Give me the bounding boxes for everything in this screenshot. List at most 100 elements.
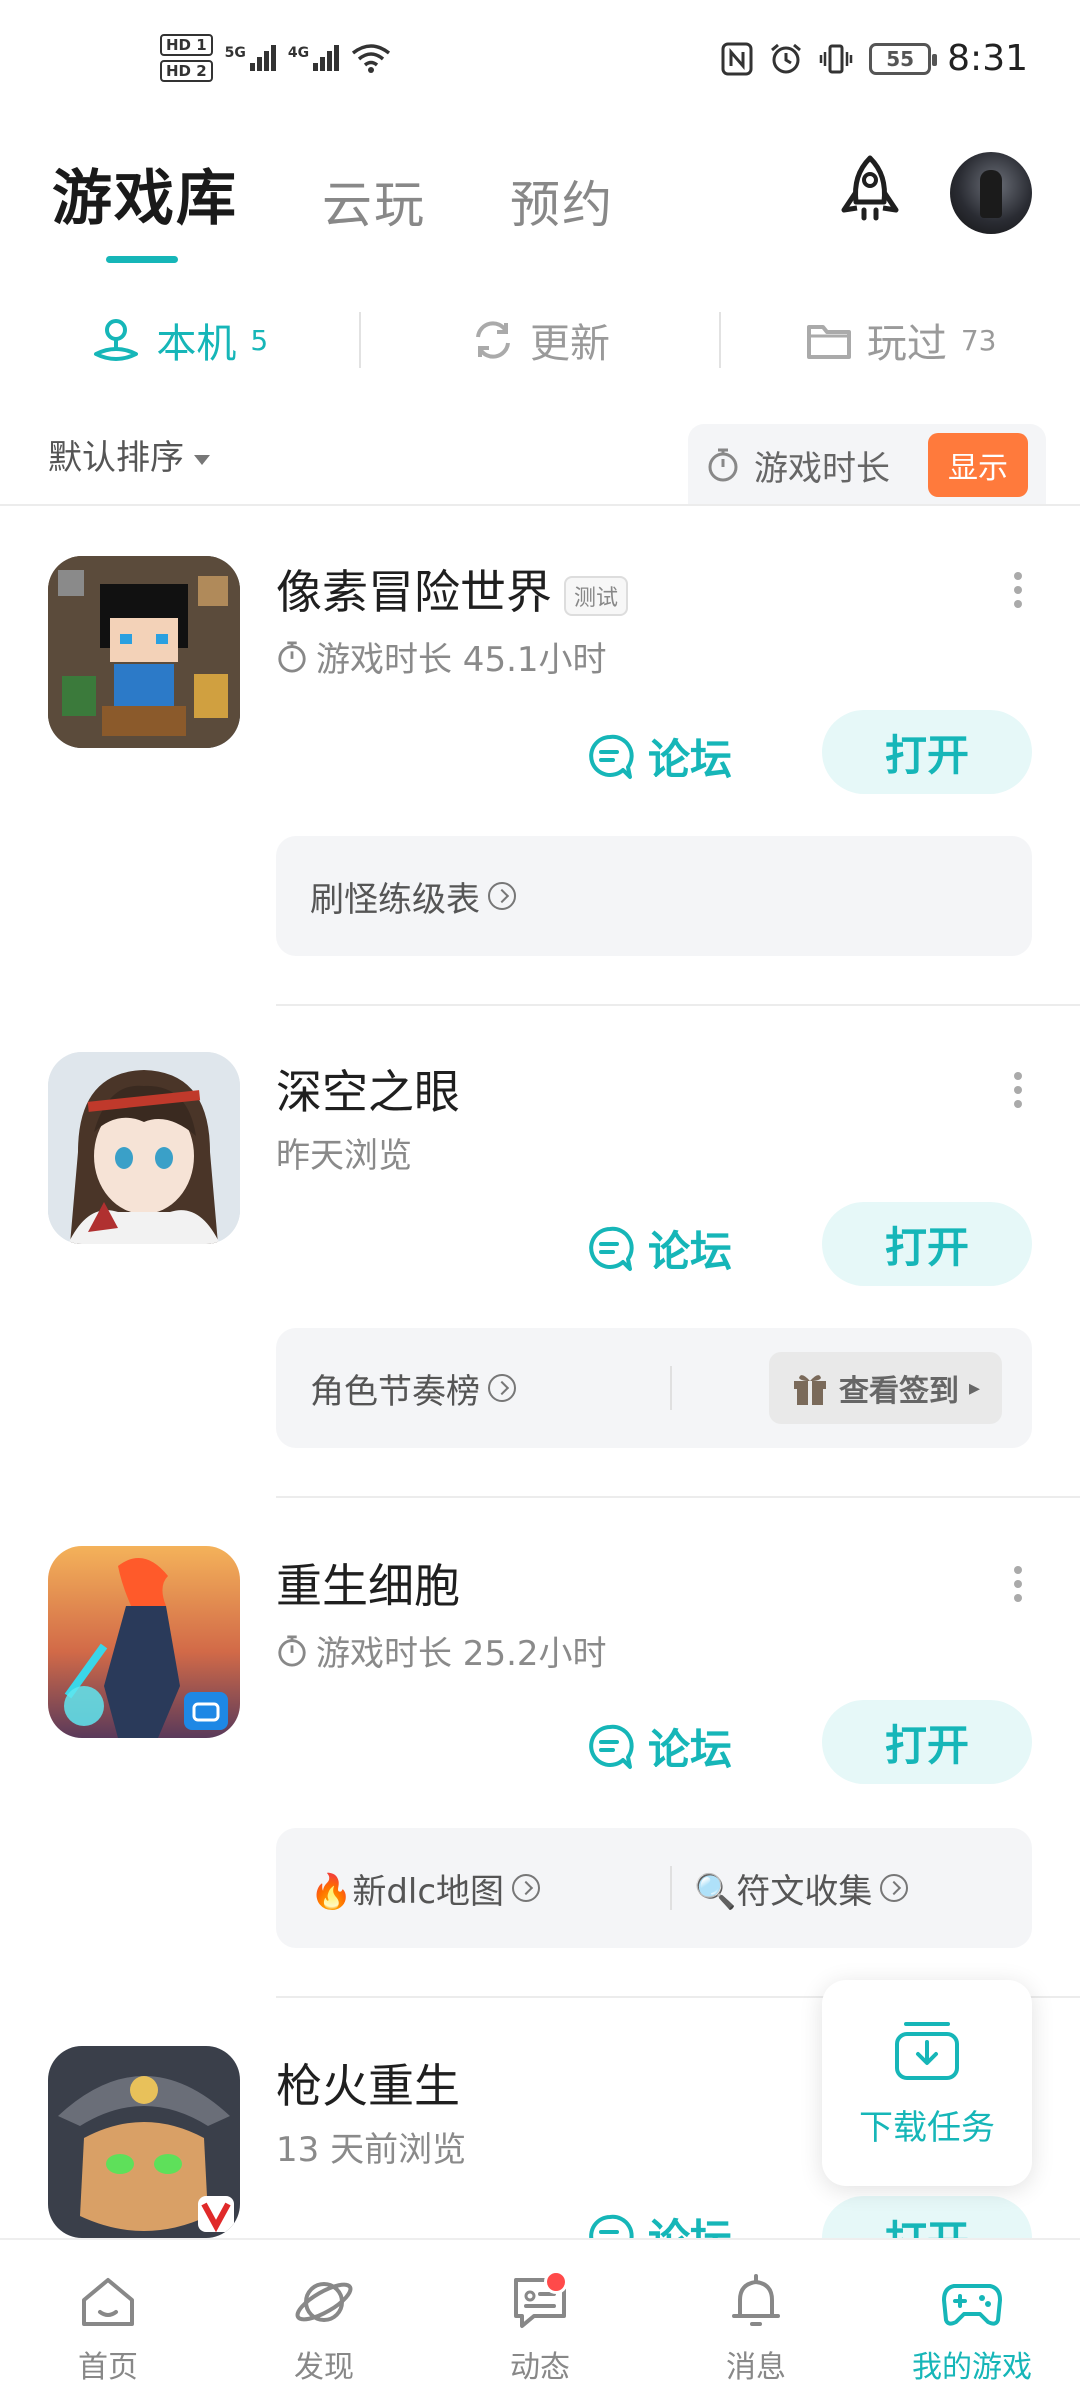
local-device-icon: [94, 319, 139, 361]
top-tab-bar: 游戏库 云玩 预约: [52, 150, 614, 263]
chevron-right-circle-icon: [488, 882, 516, 910]
subtab-update[interactable]: 更新: [361, 300, 720, 380]
forum-icon: [589, 1724, 634, 1769]
playtime-label: 游戏时长: [754, 448, 890, 489]
home-icon: [82, 2278, 134, 2326]
status-bar: HD 1 HD 2 5G 4G 55 8:31: [0, 0, 1080, 130]
shortcut-link[interactable]: 🔥新dlc地图: [276, 1864, 541, 1913]
forum-button[interactable]: 论坛: [586, 1716, 732, 1777]
subtab-local[interactable]: 本机 5: [0, 300, 359, 380]
refresh-icon: [476, 321, 510, 359]
divider: [276, 1496, 1080, 1498]
more-options-icon[interactable]: [1012, 1566, 1024, 1606]
shortcut-link[interactable]: 角色节奏榜: [276, 1364, 516, 1413]
notification-dot: [544, 2270, 568, 2294]
folder-icon: [806, 325, 851, 359]
download-task-label: 下载任务: [859, 2107, 995, 2148]
divider: [0, 504, 1080, 506]
game-shortcut-card: 角色节奏榜 查看签到 ▸: [276, 1328, 1032, 1448]
status-time: 8:31: [947, 38, 1028, 79]
planet-icon: [295, 2282, 353, 2322]
game-playtime: 游戏时长 25.2小时: [276, 1626, 607, 1675]
sort-dropdown[interactable]: 默认排序: [48, 430, 210, 479]
shortcut-link[interactable]: 刷怪练级表: [276, 872, 516, 921]
forum-button[interactable]: 论坛: [586, 726, 732, 787]
stopwatch-icon: [278, 640, 306, 673]
game-title[interactable]: 深空之眼: [276, 1056, 460, 1122]
game-shortcut-card: 刷怪练级表: [276, 836, 1032, 956]
tab-reservation[interactable]: 预约: [510, 165, 614, 237]
hd-badge-1: HD 1: [160, 34, 213, 56]
chevron-right-circle-icon: [488, 1374, 516, 1402]
download-task-button[interactable]: 下载任务: [822, 1980, 1032, 2186]
open-game-button[interactable]: 打开: [822, 1202, 1032, 1286]
alarm-icon: [771, 43, 802, 73]
nav-discover[interactable]: 发现: [216, 2240, 432, 2400]
wifi-icon: [352, 44, 391, 73]
game-title[interactable]: 重生细胞: [276, 1550, 460, 1616]
battery-icon: 55: [869, 42, 938, 75]
stopwatch-icon: [708, 448, 738, 482]
sub-tab-bar: 本机 5 更新 玩过 73: [0, 300, 1080, 380]
show-playtime-button[interactable]: 显示: [928, 433, 1028, 497]
stopwatch-icon: [278, 1634, 306, 1667]
caret-right-icon: ▸: [968, 1375, 980, 1401]
download-tray-icon: [895, 2021, 959, 2080]
bell-icon: [732, 2274, 780, 2326]
tab-game-library[interactable]: 游戏库: [52, 150, 238, 263]
game-icon-deep-space-eye[interactable]: [48, 1052, 240, 1244]
more-options-icon[interactable]: [1012, 1072, 1024, 1112]
status-right: 55 8:31: [721, 38, 1028, 79]
divider: [276, 1004, 1080, 1006]
bottom-navigation: 首页 发现 动态 消息 我的游戏: [0, 2238, 1080, 2400]
caret-down-icon: [194, 454, 210, 465]
user-avatar[interactable]: [950, 152, 1032, 234]
anime-girl-icon: [48, 1052, 240, 1244]
nav-home[interactable]: 首页: [0, 2240, 216, 2400]
gift-icon: [793, 1375, 826, 1405]
signal-5g-icon: 5G: [225, 45, 276, 71]
more-options-icon[interactable]: [1012, 572, 1024, 612]
vibrate-icon: [819, 44, 853, 73]
game-icon-gunfire-reborn[interactable]: [48, 2046, 240, 2238]
open-game-button[interactable]: 打开: [822, 710, 1032, 794]
forum-icon: [589, 1226, 634, 1271]
signal-4g-icon: 4G: [288, 45, 340, 71]
nav-messages[interactable]: 消息: [648, 2240, 864, 2400]
chevron-right-circle-icon: [512, 1874, 541, 1902]
nav-my-games[interactable]: 我的游戏: [864, 2240, 1080, 2400]
dead-cells-hero-icon: [48, 1546, 240, 1738]
divider: [670, 1366, 672, 1410]
subtab-played[interactable]: 玩过 73: [721, 300, 1080, 380]
game-last-viewed: 13 天前浏览: [276, 2130, 467, 2170]
gamepad-icon: [942, 2284, 1002, 2326]
divider: [670, 1866, 672, 1910]
sort-label: 默认排序: [48, 438, 184, 478]
subtab-label: 本机: [156, 321, 237, 367]
game-last-viewed: 昨天浏览: [276, 1136, 412, 1176]
playtime-toggle[interactable]: 游戏时长 显示: [688, 424, 1046, 506]
game-icon-pixel-adventure[interactable]: [48, 556, 240, 748]
game-icon-dead-cells[interactable]: [48, 1546, 240, 1738]
game-title[interactable]: 枪火重生: [276, 2050, 460, 2116]
forum-icon: [589, 734, 634, 779]
status-left: HD 1 HD 2 5G 4G: [160, 34, 391, 82]
game-playtime: 游戏时长 45.1小时: [276, 632, 607, 681]
cat-warrior-icon: [48, 2046, 240, 2238]
forum-button[interactable]: 论坛: [586, 1218, 732, 1279]
subtab-label: 玩过: [866, 321, 947, 367]
rocket-icon[interactable]: [830, 152, 910, 232]
subtab-label: 更新: [530, 321, 610, 367]
chevron-right-circle-icon: [880, 1874, 909, 1902]
game-shortcut-card: 🔥新dlc地图 🔍符文收集: [276, 1828, 1032, 1948]
open-game-button[interactable]: 打开: [822, 1700, 1032, 1784]
nav-feed[interactable]: 动态: [432, 2240, 648, 2400]
shortcut-link[interactable]: 🔍符文收集: [694, 1864, 909, 1913]
tab-cloud-play[interactable]: 云玩: [322, 165, 426, 237]
game-title[interactable]: 像素冒险世界 测试: [276, 556, 629, 622]
subtab-count: 5: [250, 323, 269, 357]
view-checkin-button[interactable]: 查看签到 ▸: [768, 1352, 1002, 1424]
test-badge: 测试: [564, 575, 629, 616]
subtab-count: 73: [960, 323, 997, 357]
nfc-icon: [721, 42, 753, 75]
